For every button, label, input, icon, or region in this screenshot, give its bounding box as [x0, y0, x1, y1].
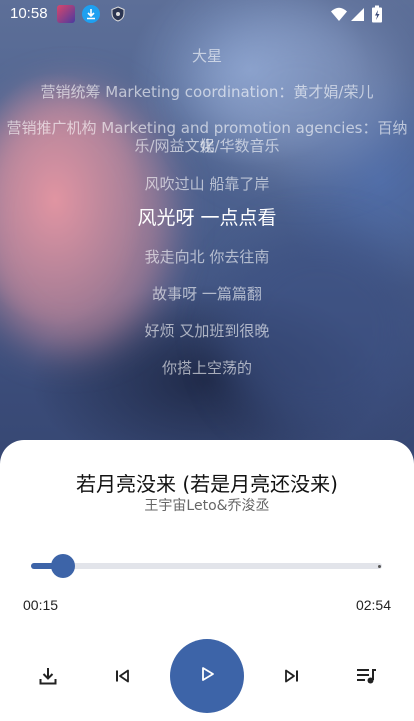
seek-bar-end-dot [378, 565, 381, 568]
download-badge-icon [82, 5, 100, 23]
queue-button[interactable] [352, 664, 380, 692]
skip-previous-icon [113, 667, 131, 689]
song-title: 若月亮没来 (若是月亮还没来) [76, 472, 338, 496]
battery-icon [371, 5, 389, 23]
download-icon [37, 665, 59, 691]
play-icon [198, 665, 216, 687]
shield-icon [109, 5, 127, 23]
lyric-line-active: 风光呀 一点点看 [137, 207, 277, 229]
lyric-line: 风吹过山 船靠了岸 [144, 175, 270, 193]
download-button[interactable] [34, 664, 62, 692]
total-time: 02:54 [355, 597, 391, 613]
seek-bar[interactable] [31, 554, 382, 578]
skip-next-icon [283, 667, 301, 689]
status-time: 10:58 [10, 5, 48, 22]
lyric-line: 大星 [191, 47, 222, 65]
lyric-line: 好烦 又加班到很晚 [144, 322, 270, 340]
lyric-line: 乐/网益文化/华数音乐 [134, 137, 280, 155]
queue-music-icon [355, 665, 377, 691]
seek-bar-thumb[interactable] [50, 554, 75, 578]
lyric-line: 营销统筹 Marketing coordination：黄才娟/荣儿 [40, 83, 374, 101]
signal-icon [349, 5, 367, 23]
album-thumbnail-icon [57, 5, 75, 23]
current-time: 00:15 [23, 597, 59, 613]
play-button[interactable] [170, 639, 244, 713]
wifi-icon [330, 5, 348, 23]
status-bar: 10:58 [0, 0, 414, 28]
lyric-line: 故事呀 一篇篇翻 [152, 285, 262, 303]
player-panel: 若月亮没来 (若是月亮还没来) 王宇宙Leto&乔浚丞 00:15 02:54 [0, 440, 414, 721]
lyric-line: 你搭上空荡的 [161, 359, 252, 377]
song-artist[interactable]: 王宇宙Leto&乔浚丞 [0, 495, 414, 515]
previous-button[interactable] [108, 664, 136, 692]
lyric-line: 我走向北 你去往南 [144, 248, 270, 266]
next-button[interactable] [278, 664, 306, 692]
